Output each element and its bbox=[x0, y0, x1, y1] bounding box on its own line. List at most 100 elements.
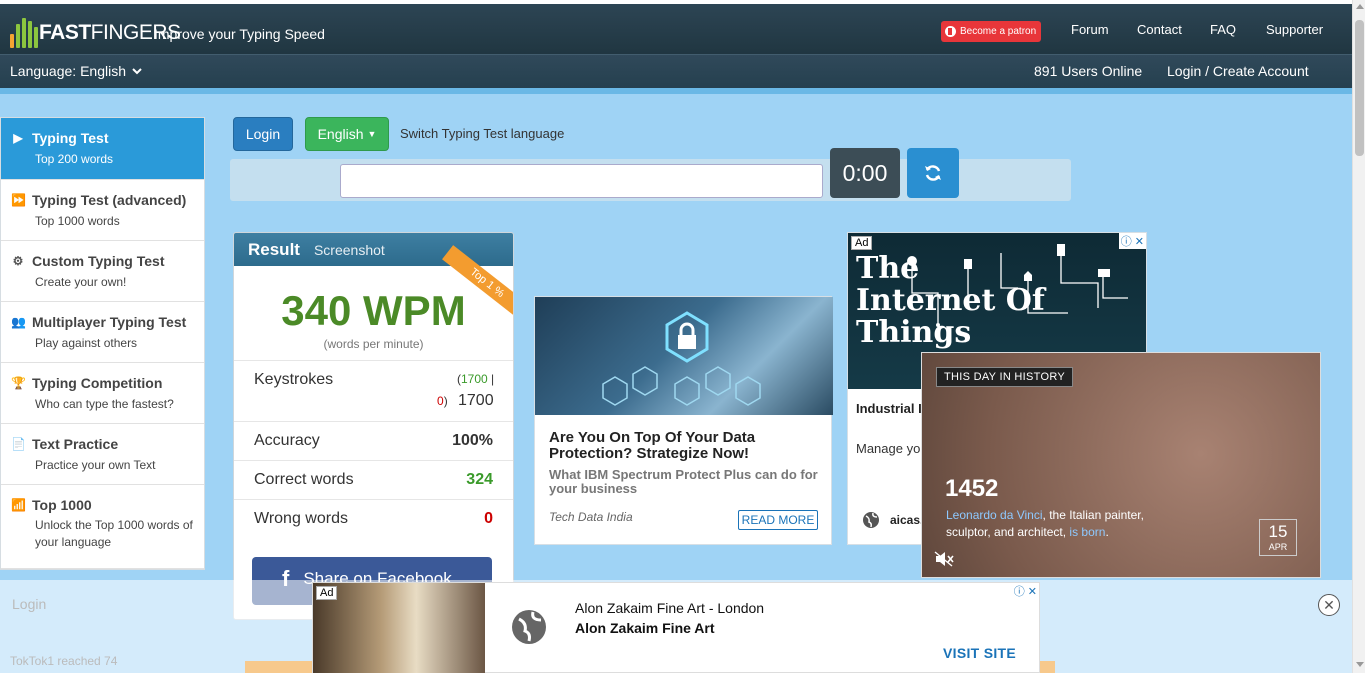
nav-forum[interactable]: Forum bbox=[1071, 22, 1109, 37]
history-date: 15 APR bbox=[1259, 519, 1297, 556]
sub-header-bar bbox=[0, 54, 1352, 88]
screenshot-tab[interactable]: Screenshot bbox=[314, 242, 385, 258]
sidebar-item-top-1000[interactable]: 📶 Top 1000 Unlock the Top 1000 words of y… bbox=[1, 485, 204, 569]
correct-words-value: 324 bbox=[466, 471, 493, 488]
logo-hand-icon bbox=[10, 16, 38, 48]
trophy-icon: 🏆 bbox=[11, 376, 26, 390]
close-icon[interactable]: ✕ bbox=[1318, 594, 1340, 616]
ad-image bbox=[535, 297, 833, 415]
language-button-label: English bbox=[317, 126, 364, 142]
scrollbar-thumb[interactable] bbox=[1355, 20, 1364, 156]
language-dropdown-button[interactable]: English ▼ bbox=[305, 117, 389, 151]
globe-icon bbox=[512, 610, 546, 644]
sidebar-item-subtitle: Practice your own Text bbox=[35, 458, 156, 472]
history-link-born[interactable]: is born bbox=[1069, 525, 1105, 539]
sidebar-item-competition[interactable]: 🏆 Typing Competition Who can type the fas… bbox=[1, 363, 204, 424]
tagline: Improve your Typing Speed bbox=[154, 26, 325, 42]
sidebar-item-label: Typing Test (advanced) bbox=[32, 192, 187, 208]
history-tag: THIS DAY IN HISTORY bbox=[936, 367, 1074, 387]
history-text: Leonardo da Vinci, the Italian painter, … bbox=[946, 508, 1144, 539]
keystrokes-label: Keystrokes bbox=[254, 371, 334, 388]
switch-language-label: Switch Typing Test language bbox=[400, 126, 565, 141]
scroll-down-icon[interactable] bbox=[1356, 662, 1364, 667]
ad-gallery-image bbox=[313, 583, 485, 673]
nav-faq[interactable]: FAQ bbox=[1210, 22, 1236, 37]
accuracy-value: 100% bbox=[452, 432, 493, 449]
wpm-subtitle: (words per minute) bbox=[323, 337, 424, 351]
correct-words-row: Correct words 324 bbox=[234, 460, 513, 499]
keystrokes-wrong: 0) bbox=[437, 394, 448, 408]
sidebar-item-typing-test-advanced[interactable]: ⏩ Typing Test (advanced) Top 1000 words bbox=[1, 180, 204, 241]
ad-image-text: The Internet Of Things bbox=[856, 251, 1045, 350]
play-icon: ▶ bbox=[13, 131, 23, 145]
visit-site-button[interactable]: VISIT SITE bbox=[943, 645, 1016, 661]
nav-supporter[interactable]: Supporter bbox=[1266, 22, 1323, 37]
ad-data-protection[interactable]: Are You On Top Of Your Data Protection? … bbox=[534, 296, 833, 545]
wpm-value: 340 WPM bbox=[281, 287, 466, 334]
this-day-in-history-widget[interactable]: THIS DAY IN HISTORY 1452 Leonardo da Vin… bbox=[921, 352, 1321, 578]
users-online: 891 Users Online bbox=[1034, 63, 1143, 79]
caret-down-icon: ▼ bbox=[367, 129, 377, 139]
ad-close-icon[interactable]: ⓘ ✕ bbox=[1011, 583, 1039, 599]
read-more-button[interactable]: READ MORE bbox=[738, 510, 818, 530]
patron-label: Become a patron bbox=[960, 26, 1037, 37]
sidebar-item-label: Text Practice bbox=[32, 436, 119, 452]
header-strip bbox=[0, 88, 1352, 94]
result-title: Result bbox=[248, 239, 300, 259]
fast-forward-icon: ⏩ bbox=[11, 193, 26, 207]
scrollbar[interactable] bbox=[1352, 0, 1365, 673]
users-icon: 👥 bbox=[11, 315, 26, 329]
history-month: APR bbox=[1268, 542, 1288, 552]
ad-title: Are You On Top Of Your Data Protection? … bbox=[549, 429, 756, 462]
sidebar-item-label: Top 1000 bbox=[32, 497, 92, 513]
sidebar-item-custom-typing-test[interactable]: ⚙ Custom Typing Test Create your own! bbox=[1, 241, 204, 302]
ad-description: What IBM Spectrum Protect Plus can do fo… bbox=[549, 467, 818, 496]
sidebar-item-text-practice[interactable]: 📄 Text Practice Practice your own Text bbox=[1, 424, 204, 485]
sidebar-item-multiplayer[interactable]: 👥 Multiplayer Typing Test Play against ot… bbox=[1, 302, 204, 363]
login-create-account-link[interactable]: Login / Create Account bbox=[1167, 63, 1309, 79]
sidebar-item-subtitle: Create your own! bbox=[35, 275, 127, 289]
activity-feed-item: TokTok1 reached 74 bbox=[10, 654, 118, 668]
chevron-down-icon bbox=[132, 68, 142, 75]
lock-icon bbox=[602, 311, 761, 406]
mute-icon[interactable] bbox=[934, 551, 954, 567]
bottom-login-link[interactable]: Login bbox=[12, 596, 46, 612]
sidebar-item-label: Custom Typing Test bbox=[32, 253, 165, 269]
patreon-icon bbox=[945, 26, 956, 37]
ad-close-icon[interactable]: ⓘ ✕ bbox=[1118, 233, 1146, 249]
become-patron-button[interactable]: Become a patron bbox=[941, 21, 1041, 42]
reload-button[interactable] bbox=[907, 148, 959, 198]
typing-input[interactable] bbox=[340, 164, 823, 198]
sidebar-item-subtitle: Top 200 words bbox=[35, 152, 114, 166]
sidebar-item-typing-test[interactable]: ▶ Typing Test Top 200 words bbox=[1, 118, 204, 180]
history-year: 1452 bbox=[945, 475, 999, 502]
sidebar: ▶ Typing Test Top 200 words ⏩ Typing Test … bbox=[0, 117, 205, 570]
gears-icon: ⚙ bbox=[12, 254, 24, 268]
keystrokes-total: 1700 bbox=[458, 392, 494, 409]
language-selector[interactable]: Language: English bbox=[10, 63, 142, 79]
signal-icon: 📶 bbox=[11, 498, 26, 512]
refresh-icon bbox=[925, 165, 941, 181]
sidebar-item-label: Typing Test bbox=[32, 130, 109, 146]
sidebar-item-subtitle: Who can type the fastest? bbox=[35, 397, 174, 411]
nav-contact[interactable]: Contact bbox=[1137, 22, 1182, 37]
wrong-words-value: 0 bbox=[484, 510, 493, 527]
correct-words-label: Correct words bbox=[254, 471, 354, 488]
file-text-icon: 📄 bbox=[11, 437, 26, 451]
ad-badge: Ad bbox=[851, 236, 873, 250]
ad-brand: Alon Zakaim Fine Art bbox=[575, 620, 715, 636]
ad-brand: aicas. bbox=[890, 513, 924, 527]
wrong-words-label: Wrong words bbox=[254, 510, 348, 527]
result-panel: Result Screenshot Top 1 % 340 WPM (words… bbox=[233, 232, 514, 620]
language-label: Language: English bbox=[10, 63, 126, 79]
history-link-name[interactable]: Leonardo da Vinci bbox=[946, 508, 1043, 522]
sidebar-item-label: Multiplayer Typing Test bbox=[32, 314, 187, 330]
ad-brand: Tech Data India bbox=[549, 510, 633, 524]
accuracy-label: Accuracy bbox=[254, 432, 320, 449]
sidebar-item-subtitle: Play against others bbox=[35, 336, 138, 350]
login-button[interactable]: Login bbox=[233, 117, 293, 151]
ad-badge: Ad bbox=[316, 586, 338, 600]
bottom-ad-banner[interactable]: Ad Alon Zakaim Fine Art - London Alon Za… bbox=[312, 582, 1040, 673]
scroll-up-icon[interactable] bbox=[1356, 4, 1364, 9]
keystrokes-row: Keystrokes (1700 | 0) 1700 bbox=[234, 360, 513, 421]
